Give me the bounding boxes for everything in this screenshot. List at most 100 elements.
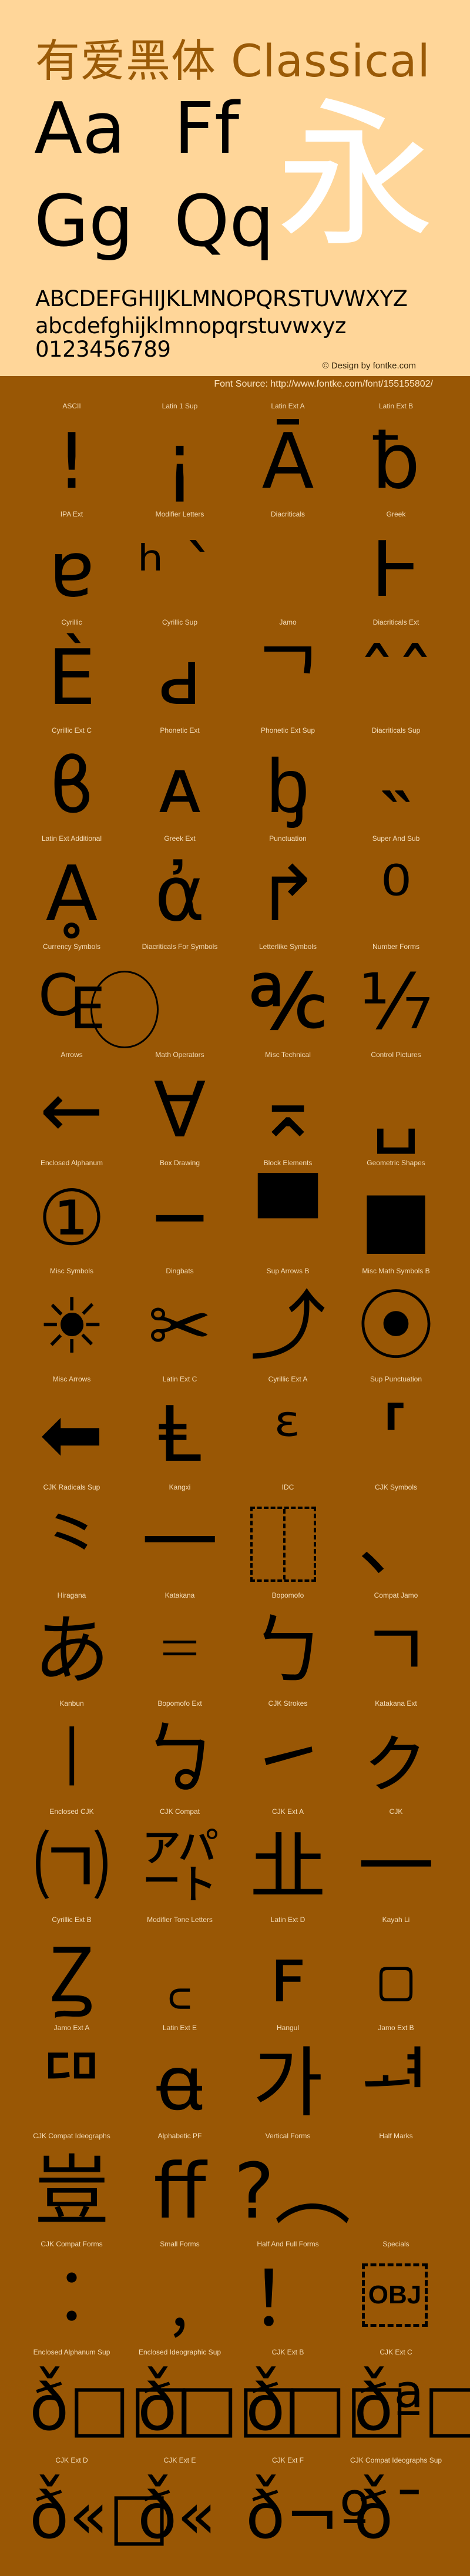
- block-cell-bopomofo: Bopomofo ㄅ: [234, 1591, 342, 1699]
- block-cell-kangxi: Kangxi ⼀: [126, 1483, 234, 1591]
- block-sample-glyph: ꤀: [372, 1930, 419, 2020]
- block-sample-glyph: ゠: [141, 1606, 218, 1695]
- block-label: Block Elements: [263, 1159, 313, 1167]
- block-sample-glyph: Ā: [261, 417, 314, 506]
- block-label: Currency Symbols: [42, 942, 101, 951]
- uppercase-sample: ABCDEFGHIJKLMNOPQRSTUVWXYZ: [35, 286, 408, 311]
- block-cell-cjk-compat: CJK Compat ㌀: [126, 1807, 234, 1916]
- block-label: Bopomofo Ext: [157, 1699, 202, 1708]
- block-label: Latin Ext A: [271, 402, 305, 410]
- block-cell-super-and-sub: Super And Sub ⁰: [342, 834, 450, 942]
- sample-pair-qq: Qq: [174, 181, 274, 263]
- block-cell-hiragana: Hiragana あ: [18, 1591, 126, 1699]
- block-label: Greek: [386, 510, 406, 518]
- block-sample-glyph: Ѐ: [47, 633, 96, 722]
- block-sample-glyph: ꬰ: [156, 2038, 203, 2128]
- block-label: Modifier Letters: [155, 510, 204, 518]
- block-sample-glyph: ㈀: [33, 1822, 110, 1911]
- block-label: Cyrillic Ext A: [268, 1375, 308, 1383]
- block-sample-glyph: Ͱ: [371, 525, 421, 614]
- block-cell-diacriticals-ext: Diacriticals Ext ˆˆ: [342, 618, 450, 726]
- block-cell-ipa-ext: IPA Ext ɐ: [18, 510, 126, 618]
- block-sample-glyph: Ⱡ: [158, 1390, 202, 1479]
- block-sample-glyph: ힰ: [361, 2038, 431, 2128]
- block-label: Specials: [382, 2240, 409, 2248]
- block-label: Diacriticals Ext: [372, 618, 419, 626]
- copyright-text: © Design by fontke.com: [322, 361, 416, 371]
- block-sample-glyph: ㆐: [33, 1714, 110, 1803]
- block-sample-glyph: ✂: [147, 1282, 212, 1371]
- block-label: CJK Ext A: [271, 1807, 304, 1816]
- block-sample-glyph: ꥠ: [36, 2038, 107, 2128]
- enclosing-circle-glyph: [90, 971, 159, 1048]
- block-sample-glyph: ᵋ: [274, 1390, 302, 1479]
- block-sample-glyph: ⤴: [249, 1282, 326, 1371]
- block-label: Punctuation: [269, 834, 307, 843]
- block-label: Half Marks: [379, 2132, 413, 2140]
- block-cell-modifier-letters: Modifier Letters ʰ ˋ: [126, 510, 234, 618]
- block-label: Latin 1 Sup: [162, 402, 198, 410]
- block-cell-diacriticals-for-symbols: Diacriticals For Symbols: [90, 942, 234, 1051]
- block-sample-glyph: ﹐: [141, 2255, 218, 2344]
- block-label: Jamo Ext A: [53, 2024, 90, 2032]
- block-label: Half And Full Forms: [257, 2240, 319, 2248]
- block-sample-glyph: ð̌ª□: [354, 2370, 470, 2445]
- block-label: Cyrillic Ext C: [52, 726, 92, 734]
- block-label: Latin Ext C: [162, 1375, 197, 1383]
- block-sample-glyph: ᶀ: [266, 741, 310, 830]
- block-cell-control-pictures: Control Pictures ␣: [342, 1051, 450, 1159]
- block-label: Dingbats: [166, 1267, 194, 1275]
- block-sample-glyph: ⅐: [358, 957, 433, 1046]
- block-label: Greek Ext: [164, 834, 196, 843]
- font-source-link[interactable]: Font Source: http://www.fontke.com/font/…: [214, 379, 433, 390]
- block-label: Enclosed Alphanum Sup: [33, 2348, 110, 2356]
- block-label: Katakana: [164, 1591, 195, 1599]
- block-label: Hiragana: [57, 1591, 86, 1599]
- block-sample-glyph: ϐ: [48, 741, 95, 830]
- block-cell-ascii: ASCII!: [18, 402, 126, 510]
- block-cell-arrows: Arrows ←: [18, 1051, 126, 1159]
- block-label: Bopomofo: [271, 1591, 304, 1599]
- block-label: Latin Ext Additional: [41, 834, 102, 843]
- block-cell-cjk-strokes: CJK Strokes ㇀: [234, 1699, 342, 1807]
- block-cell-small-forms: Small Forms ﹐: [126, 2240, 234, 2348]
- block-label: Sup Punctuation: [370, 1375, 422, 1383]
- block-cell-phonetic-ext-sup: Phonetic Ext Sup ᶀ: [234, 726, 342, 834]
- block-sample-glyph: ɐ: [48, 525, 95, 614]
- block-cell-misc-symbols: Misc Symbols ☀: [18, 1267, 126, 1375]
- block-label: Alphabetic PF: [157, 2132, 202, 2140]
- digits-sample: 0123456789: [35, 337, 171, 362]
- block-cell-hangul: Hangul 가: [234, 2024, 342, 2132]
- block-sample-glyph: ■: [360, 1173, 432, 1263]
- block-label: IPA Ext: [60, 510, 83, 518]
- block-sample-glyph: ㇰ: [357, 1714, 434, 1803]
- font-title: 有爱黑体 Classical: [35, 35, 431, 87]
- block-cell-math-operators: Math Operators ∀: [126, 1051, 234, 1159]
- block-label: Super And Sub: [372, 834, 420, 843]
- block-label: Jamo Ext B: [378, 2024, 414, 2032]
- block-sample-glyph: ˵: [383, 741, 409, 830]
- block-cell-latin-ext-additional: Latin Ext Additional Ḁ: [18, 834, 126, 942]
- sample-pair-ff: Ff: [174, 88, 240, 170]
- block-sample-glyph: ↱: [256, 849, 320, 938]
- block-label: CJK Compat Forms: [41, 2240, 103, 2248]
- specimen-header: 有爱黑体 Classical Aa Ff Gg Qq 永 ABCDEFGHIJK…: [0, 0, 470, 376]
- block-sample-glyph: ㌀: [141, 1822, 218, 1911]
- block-label: Cyrillic Sup: [162, 618, 197, 626]
- block-label: Misc Arrows: [52, 1375, 91, 1383]
- block-sample-glyph: ð̌«□: [29, 2478, 170, 2553]
- block-sample-glyph: 一: [357, 1822, 434, 1911]
- block-label: Arrows: [61, 1051, 83, 1059]
- block-label: Letterlike Symbols: [258, 942, 317, 951]
- block-cell-jamo-ext-a: Jamo Ext A ꥠ: [18, 2024, 126, 2132]
- block-sample-glyph: ㇀: [249, 1714, 326, 1803]
- block-label: Hangul: [276, 2024, 300, 2032]
- block-sample-glyph: ꜰ: [269, 1930, 307, 2020]
- block-cell-enclosed-alphanum: Enclosed Alphanum ①: [18, 1159, 126, 1267]
- object-replacement-glyph: OBJ: [362, 2263, 428, 2327]
- block-label: Phonetic Ext: [160, 726, 200, 734]
- block-sample-glyph: ð̌□□: [29, 2370, 192, 2445]
- block-cell-compat-jamo: Compat Jamo ㄱ: [342, 1591, 450, 1699]
- block-label: Control Pictures: [371, 1051, 421, 1059]
- block-label: Cyrillic: [61, 618, 82, 626]
